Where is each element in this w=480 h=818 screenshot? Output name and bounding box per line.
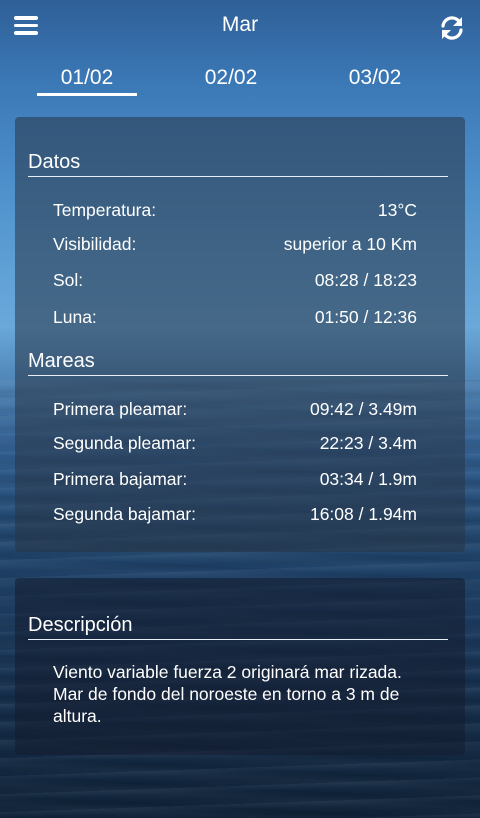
mareas-row-segunda-pleamar: Segunda pleamar: 22:23 / 3.4m [53,433,417,457]
tab-day-2[interactable]: 02/02 [181,62,281,96]
row-label: Primera bajamar: [53,469,188,489]
row-value: 22:23 / 3.4m [319,433,417,453]
tab-day-3[interactable]: 03/02 [325,62,425,96]
row-value: 01:50 / 12:36 [314,307,417,327]
top-bar: Mar [0,0,480,52]
datos-row-sun: Sol: 08:28 / 18:23 [53,270,417,294]
descripcion-header: Descripción [28,614,448,640]
row-label: Temperatura: [53,200,157,220]
refresh-icon[interactable] [438,14,466,42]
info-card: Datos Temperatura: 13°C Visibilidad: sup… [15,117,465,552]
datos-header: Datos [28,151,448,177]
datos-row-moon: Luna: 01:50 / 12:36 [53,307,417,331]
mareas-row-primera-pleamar: Primera pleamar: 09:42 / 3.49m [53,399,417,423]
mareas-header: Mareas [28,350,448,376]
row-label: Segunda bajamar: [53,504,197,524]
mareas-row-segunda-bajamar: Segunda bajamar: 16:08 / 1.94m [53,504,417,528]
datos-row-visibility: Visibilidad: superior a 10 Km [53,234,417,258]
row-label: Luna: [53,307,97,327]
tab-day-1[interactable]: 01/02 [37,62,137,96]
row-value: 16:08 / 1.94m [309,504,417,524]
row-value: 13°C [377,200,417,220]
datos-row-temperature: Temperatura: 13°C [53,200,417,224]
page-title: Mar [221,13,259,36]
mareas-row-primera-bajamar: Primera bajamar: 03:34 / 1.9m [53,469,417,493]
row-value: 08:28 / 18:23 [314,270,417,290]
row-label: Segunda pleamar: [53,433,197,453]
day-tabs: 01/02 02/02 03/02 [0,62,480,98]
row-value: superior a 10 Km [283,234,417,254]
row-label: Visibilidad: [53,234,137,254]
row-value: 09:42 / 3.49m [309,399,417,419]
row-value: 03:34 / 1.9m [319,469,417,489]
description-text: Viento variable fuerza 2 originará mar r… [53,662,402,726]
row-label: Sol: [53,270,84,290]
row-label: Primera pleamar: [53,399,188,419]
description-card: Descripción Viento variable fuerza 2 ori… [15,578,465,755]
